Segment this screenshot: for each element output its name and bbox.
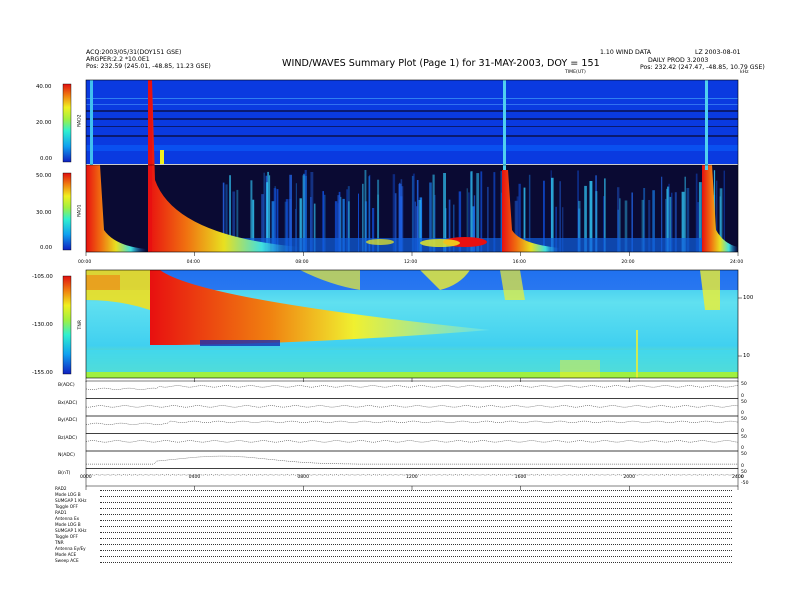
rad1-cbar-tick-bot: 0.00 xyxy=(40,245,53,251)
status-row: Antenna Ey/Ey xyxy=(55,546,86,551)
line-panel-frame xyxy=(85,450,739,469)
type3-burst-line xyxy=(148,80,152,252)
rad2-colorbar xyxy=(62,83,72,163)
status-row-dots xyxy=(100,535,732,539)
status-row: RAD2 xyxy=(55,486,67,491)
status-row-dots xyxy=(100,541,732,545)
line-panel-right-tick: 0 xyxy=(741,446,744,451)
rad2-cbar-tick-bot: 0.00 xyxy=(40,156,53,162)
status-row-dots xyxy=(100,559,732,563)
rad1-colorbar xyxy=(62,172,72,251)
rad2-cbar-tick-top: 40.00 xyxy=(36,84,52,90)
line-panel-label: B(nT) xyxy=(58,470,71,476)
tnr-colorbar xyxy=(62,275,72,375)
line-panel-trace xyxy=(85,420,739,425)
line-panel-trace xyxy=(85,440,739,443)
rad2-spectrogram xyxy=(86,80,738,164)
tnr-cbar-tick-bot: -155.00 xyxy=(32,370,53,376)
status-row: Toggle OFF xyxy=(55,534,78,539)
line-panel-right-tick: 0 xyxy=(741,411,744,416)
status-row-dots xyxy=(100,529,732,533)
x-tick-label-bottom: 1600 xyxy=(514,475,527,480)
line-panel-right-tick: 50 xyxy=(741,417,747,422)
rad1-cbar-tick-mid: 30.00 xyxy=(36,210,52,216)
status-row: Antenna Ex xyxy=(55,516,80,521)
line-panel-right-tick: 0 xyxy=(741,393,744,399)
line-panel-label: By(ADC) xyxy=(58,418,78,423)
line-panel-frame xyxy=(85,433,739,452)
status-row-dots xyxy=(100,553,732,557)
line-panel-right-tick: 50 xyxy=(741,382,747,387)
status-row: Mode ACE xyxy=(55,552,77,557)
line-panel-trace xyxy=(86,455,738,465)
status-row-dots xyxy=(100,523,732,527)
line-panel-right-tick: 50 xyxy=(741,399,747,405)
rad2-cbar-tick-mid: 20.00 xyxy=(36,120,52,126)
status-row: TNR xyxy=(55,540,64,545)
x-tick-label-bottom: 1200 xyxy=(406,475,418,480)
tnr-right-tick-10: 10 xyxy=(743,353,750,359)
line-panel-trace xyxy=(85,385,739,390)
status-row: SUMGAP 1 KHz xyxy=(55,528,87,533)
line-panel-trace xyxy=(85,405,739,408)
line-panel-label: Bx(ADC) xyxy=(58,400,78,406)
x-tick-label-top: 16:00 xyxy=(512,260,526,265)
x-tick-label-bottom: 0400 xyxy=(188,475,201,480)
line-panel-label: N(ADC) xyxy=(58,453,75,458)
tnr-label: TNR xyxy=(77,320,83,330)
rad1-label: RAD1 xyxy=(77,204,83,218)
rad2-label: RAD2 xyxy=(77,114,83,128)
line-panel-frame xyxy=(85,415,739,434)
rad1-cbar-tick-top: 50.00 xyxy=(36,173,52,179)
line-panels xyxy=(85,380,739,487)
line-panel-right-tick: 0 xyxy=(741,475,744,481)
line-panel-frame xyxy=(85,380,739,399)
status-row-dots xyxy=(100,487,732,491)
status-row-dots xyxy=(100,511,732,515)
line-panel-right-tick: 50 xyxy=(741,434,747,440)
line-panel-label: Bz(ADC) xyxy=(58,435,78,441)
x-tick-label-top: 08:00 xyxy=(295,260,309,265)
tnr-cbar-tick-top: -105.00 xyxy=(32,274,53,280)
status-row-dots xyxy=(100,517,732,521)
status-row: Mode LOG B xyxy=(55,522,81,527)
status-row: SUMGAP 1 KHz xyxy=(55,498,87,503)
status-row: Toggle OFF xyxy=(55,504,78,509)
x-tick-label-bottom: 0000 xyxy=(80,475,92,480)
status-row-dots xyxy=(100,493,732,497)
status-row-dots xyxy=(100,499,732,503)
status-row: Mode LOG B xyxy=(55,492,81,497)
x-tick-label-top: 00:00 xyxy=(78,260,92,265)
status-row: RAD1 xyxy=(55,510,67,515)
line-panel-right-tick: 0 xyxy=(741,463,744,469)
tnr-cbar-tick-mid: -130.00 xyxy=(32,322,53,328)
x-tick-label-top: 04:00 xyxy=(186,260,200,265)
status-row-dots xyxy=(100,505,732,509)
rad1-streak xyxy=(723,170,725,252)
x-tick-label-top: 20:00 xyxy=(621,260,635,265)
x-tick-label-top: 24:00 xyxy=(730,260,744,265)
line-panel-right-tick: 50 xyxy=(741,452,747,457)
status-row: Sweep ACE xyxy=(55,558,79,563)
tnr-right-tick-100: 100 xyxy=(743,295,754,301)
x-tick-label-bottom: 2000 xyxy=(623,475,636,480)
line-panel-label: B(ADC) xyxy=(58,383,75,388)
status-row-dots xyxy=(100,547,732,551)
line-panel-right-tick: -50 xyxy=(741,481,749,486)
line-panel-right-tick: 0 xyxy=(741,428,744,434)
x-tick-label-bottom: 0800 xyxy=(297,475,310,480)
x-tick-label-top: 12:00 xyxy=(404,260,418,265)
tnr-right-unit: kHz xyxy=(740,70,749,75)
